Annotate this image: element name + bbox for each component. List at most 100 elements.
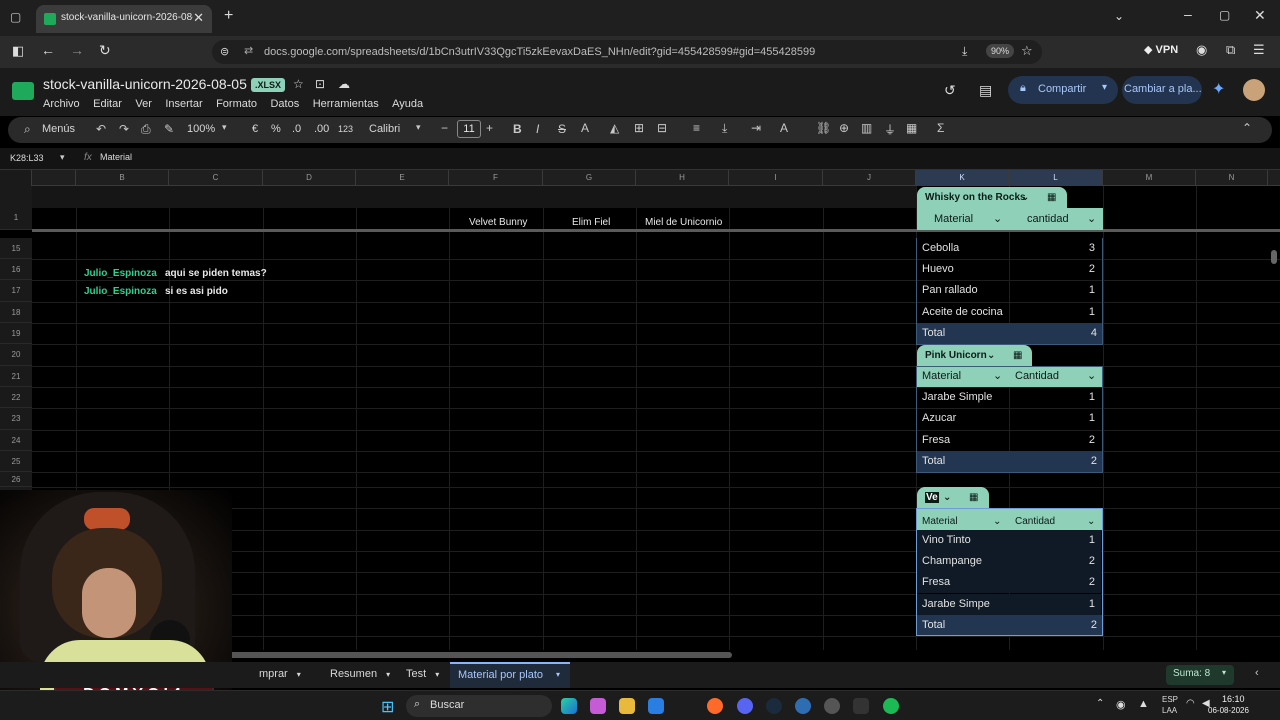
borders-icon[interactable]: ⊞ <box>634 121 644 135</box>
print-icon[interactable]: ⎙ <box>141 122 151 137</box>
bold-icon[interactable]: B <box>513 122 522 136</box>
sheet-tab[interactable]: Test ▾ <box>406 668 439 680</box>
steam-icon[interactable] <box>766 698 782 714</box>
row-header[interactable]: 24 <box>0 430 32 451</box>
comments-icon[interactable]: ▤ <box>979 82 992 99</box>
row-header[interactable]: 20 <box>0 344 32 366</box>
close-tab-icon[interactable]: ✕ <box>193 10 204 26</box>
chevron-down-icon[interactable]: ⌄ <box>987 345 995 366</box>
new-tab-icon[interactable]: + <box>224 7 233 25</box>
bookmark-star-icon[interactable]: ☆ <box>1021 43 1033 59</box>
sheet-tab-active[interactable]: Material por plato ▾ <box>450 662 570 688</box>
filter-icon[interactable]: ⏚ <box>884 121 896 138</box>
tab-list-icon[interactable]: ⌄ <box>1114 9 1124 23</box>
tray-chevron-icon[interactable]: ⌃ <box>1096 698 1104 709</box>
font-size-input[interactable]: 11 <box>457 120 481 138</box>
merge-cells-icon[interactable]: ⊟ <box>657 121 667 135</box>
menu-formato[interactable]: Formato <box>216 98 257 110</box>
menu-ver[interactable]: Ver <box>135 98 152 110</box>
vpn-icon[interactable]: ◆ VPN <box>1144 43 1178 56</box>
row-header[interactable]: 22 <box>0 387 32 408</box>
row-header[interactable]: 25 <box>0 451 32 472</box>
share-dropdown-icon[interactable]: ▾ <box>1102 82 1107 93</box>
column-a-header[interactable] <box>32 170 76 186</box>
horizontal-scrollbar[interactable] <box>200 652 732 658</box>
column-header-selected[interactable]: L <box>1009 170 1103 186</box>
row-header[interactable]: 1 <box>0 186 32 230</box>
profile-icon[interactable]: ◉ <box>1196 42 1207 58</box>
chevron-down-icon[interactable]: ⌄ <box>1021 187 1029 208</box>
pivot-editor-tab[interactable]: Pink Unicorn ⌄ ▦ <box>917 345 1032 366</box>
column-header[interactable]: B <box>76 170 169 186</box>
insert-chart-icon[interactable]: ▥ <box>861 121 872 135</box>
filter-views-icon[interactable]: ▦ <box>906 121 917 135</box>
close-window-icon[interactable]: ✕ <box>1254 7 1266 24</box>
chevron-down-icon[interactable]: ⌄ <box>1087 208 1096 230</box>
chevron-down-icon[interactable]: ⌄ <box>993 208 1002 230</box>
pivot-edit-icon[interactable]: ▦ <box>969 487 978 508</box>
doc-title[interactable]: stock-vanilla-unicorn-2026-08-05 <box>43 76 247 92</box>
extensions-icon[interactable]: ⧉ <box>1226 42 1235 58</box>
reload-icon[interactable]: ↻ <box>99 42 111 59</box>
copilot-icon[interactable] <box>590 698 606 714</box>
formula-input[interactable]: Material <box>100 152 132 162</box>
download-icon[interactable]: ⤓ <box>962 44 967 59</box>
name-box-dropdown-icon[interactable]: ▾ <box>60 152 65 163</box>
column-header[interactable]: E <box>356 170 449 186</box>
currency-button[interactable]: € <box>252 123 258 135</box>
clock-date[interactable]: 06-08-2026 <box>1208 706 1249 715</box>
pivot-edit-icon[interactable]: ▦ <box>1047 187 1056 208</box>
column-header[interactable]: M <box>1103 170 1196 186</box>
font-select[interactable]: Calibri <box>369 123 400 135</box>
align-vertical-icon[interactable]: ⤓ <box>722 121 727 136</box>
pivot-edit-icon[interactable]: ▦ <box>1013 345 1022 366</box>
minimize-icon[interactable]: – <box>1184 6 1192 22</box>
spotify-icon[interactable] <box>883 698 899 714</box>
browser-tab[interactable]: stock-vanilla-unicorn-2026-08-0 ✕ <box>36 5 212 33</box>
sheet-tab[interactable]: Resumen ▾ <box>330 668 390 680</box>
sidebar-icon[interactable]: ◧ <box>12 43 24 59</box>
name-box[interactable]: K28:L33 <box>10 153 44 163</box>
column-header[interactable]: F <box>449 170 543 186</box>
language-indicator[interactable]: ESP <box>1162 695 1178 704</box>
redo-icon[interactable]: ↷ <box>119 122 129 136</box>
history-icon[interactable]: ↺ <box>944 82 956 99</box>
collapse-toolbar-icon[interactable]: ⌃ <box>1242 121 1252 135</box>
number-format-button[interactable]: 123 <box>338 124 353 134</box>
percent-button[interactable]: % <box>271 123 281 135</box>
chevron-down-icon[interactable]: ▾ <box>297 670 301 679</box>
chevron-down-icon[interactable]: ▾ <box>556 670 560 679</box>
url-field[interactable]: ⊜ ⇄ docs.google.com/spreadsheets/d/1bCn3… <box>212 40 1042 64</box>
clock-time[interactable]: 16:10 <box>1222 694 1245 704</box>
search-menus-icon[interactable]: ⌕ <box>24 122 31 137</box>
paint-format-icon[interactable]: ✎ <box>164 122 174 136</box>
tray-app-icon[interactable]: ▲ <box>1138 698 1149 710</box>
fill-color-icon[interactable]: ◭ <box>610 121 619 135</box>
increase-decimal-button[interactable]: .00 <box>314 123 329 135</box>
share-button[interactable]: 🔒︎ Compartir ▾ <box>1008 76 1118 104</box>
cell-f1[interactable]: Velvet Bunny <box>469 217 527 228</box>
row-header[interactable]: 21 <box>0 366 32 387</box>
menu-editar[interactable]: Editar <box>93 98 122 110</box>
zoom-badge[interactable]: 90% <box>986 44 1015 58</box>
mail-icon[interactable] <box>648 698 664 714</box>
windows-start-icon[interactable]: ⊞ <box>381 697 394 717</box>
switch-button[interactable]: Cambiar a pla... <box>1122 76 1202 104</box>
sheet-tab[interactable]: mprar ▾ <box>259 668 301 680</box>
text-wrap-icon[interactable]: ⇥ <box>751 121 761 135</box>
row-header[interactable]: 16 <box>0 259 32 280</box>
app-icon[interactable] <box>795 698 811 714</box>
maximize-icon[interactable]: ▢ <box>1219 8 1230 22</box>
menu-insertar[interactable]: Insertar <box>165 98 202 110</box>
column-header[interactable]: G <box>543 170 636 186</box>
column-header[interactable]: H <box>636 170 729 186</box>
row-header[interactable]: 18 <box>0 302 32 323</box>
chevron-down-icon[interactable]: ⌄ <box>943 487 951 508</box>
strikethrough-icon[interactable]: S <box>558 122 566 136</box>
column-header[interactable]: I <box>729 170 823 186</box>
font-size-decrease-icon[interactable]: − <box>441 121 448 135</box>
row-header[interactable]: 17 <box>0 280 32 302</box>
side-panel-toggle-icon[interactable]: ‹ <box>1255 667 1259 679</box>
align-horizontal-icon[interactable]: ≡ <box>693 121 700 135</box>
taskbar-search[interactable]: ⌕ Buscar <box>406 695 552 717</box>
